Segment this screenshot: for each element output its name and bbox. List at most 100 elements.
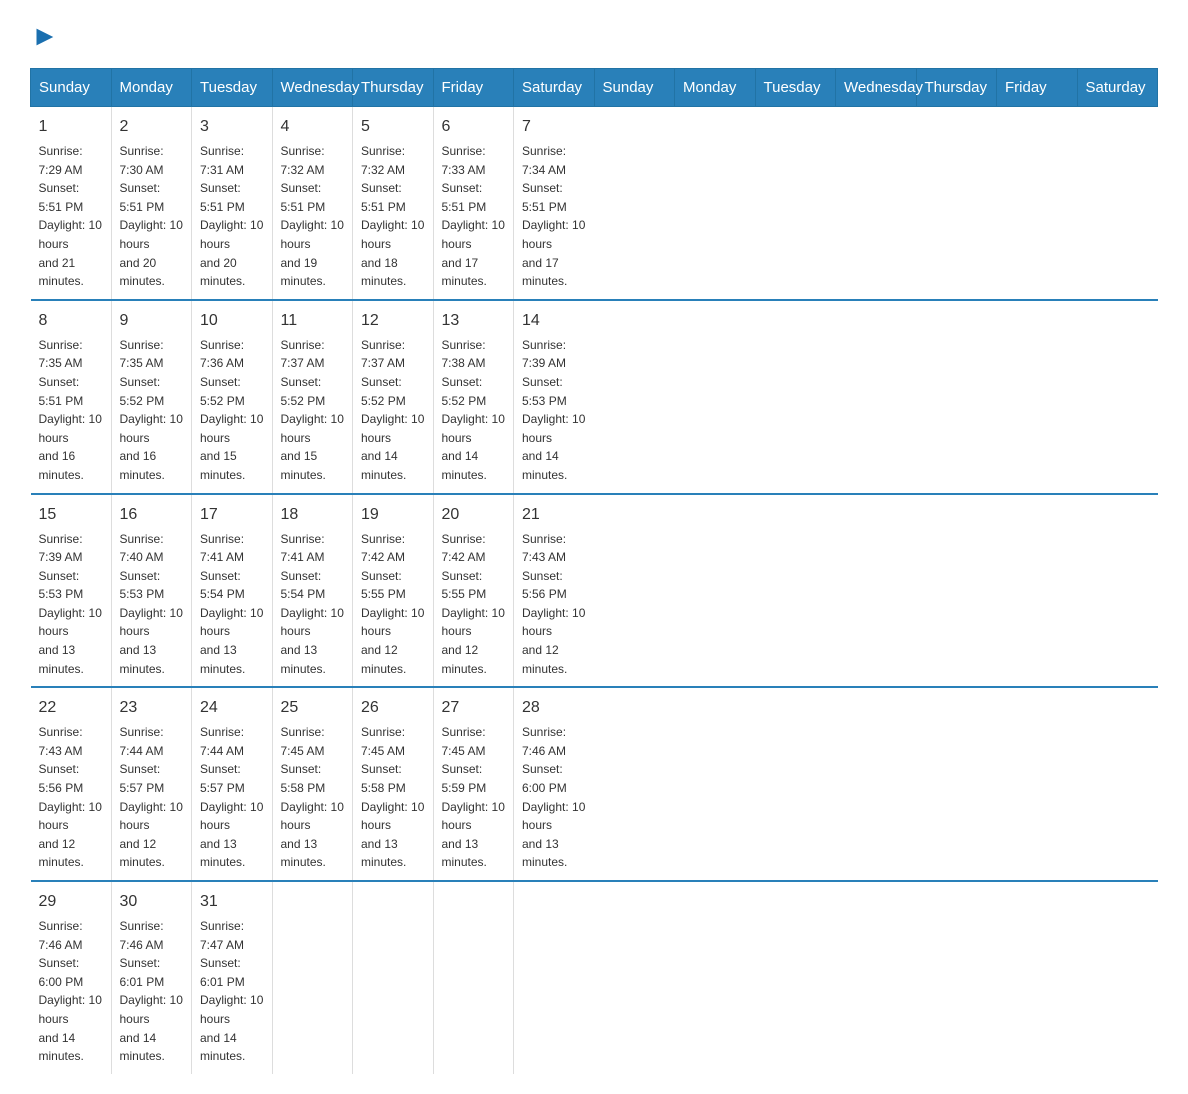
- day-number: 31: [200, 890, 264, 914]
- calendar-cell: 3 Sunrise: 7:31 AMSunset: 5:51 PMDayligh…: [192, 107, 273, 300]
- calendar-cell: 31 Sunrise: 7:47 AMSunset: 6:01 PMDaylig…: [192, 881, 273, 1074]
- calendar-cell: [272, 881, 353, 1074]
- day-info: Sunrise: 7:31 AMSunset: 5:51 PMDaylight:…: [200, 142, 264, 291]
- day-number: 6: [442, 115, 506, 139]
- calendar-week-4: 22 Sunrise: 7:43 AMSunset: 5:56 PMDaylig…: [31, 687, 1158, 881]
- calendar-cell: 8 Sunrise: 7:35 AMSunset: 5:51 PMDayligh…: [31, 300, 112, 494]
- day-info: Sunrise: 7:29 AMSunset: 5:51 PMDaylight:…: [39, 142, 103, 291]
- day-number: 17: [200, 503, 264, 527]
- day-number: 29: [39, 890, 103, 914]
- day-info: Sunrise: 7:35 AMSunset: 5:51 PMDaylight:…: [39, 336, 103, 485]
- calendar-cell: 18 Sunrise: 7:41 AMSunset: 5:54 PMDaylig…: [272, 494, 353, 688]
- calendar-cell: 24 Sunrise: 7:44 AMSunset: 5:57 PMDaylig…: [192, 687, 273, 881]
- calendar-cell: 19 Sunrise: 7:42 AMSunset: 5:55 PMDaylig…: [353, 494, 434, 688]
- day-info: Sunrise: 7:45 AMSunset: 5:59 PMDaylight:…: [442, 723, 506, 872]
- day-info: Sunrise: 7:46 AMSunset: 6:00 PMDaylight:…: [522, 723, 586, 872]
- day-number: 16: [120, 503, 184, 527]
- day-number: 28: [522, 696, 586, 720]
- calendar-week-2: 8 Sunrise: 7:35 AMSunset: 5:51 PMDayligh…: [31, 300, 1158, 494]
- day-info: Sunrise: 7:42 AMSunset: 5:55 PMDaylight:…: [442, 530, 506, 679]
- calendar-cell: 4 Sunrise: 7:32 AMSunset: 5:51 PMDayligh…: [272, 107, 353, 300]
- day-info: Sunrise: 7:44 AMSunset: 5:57 PMDaylight:…: [200, 723, 264, 872]
- day-number: 24: [200, 696, 264, 720]
- day-number: 4: [281, 115, 345, 139]
- calendar-cell: 9 Sunrise: 7:35 AMSunset: 5:52 PMDayligh…: [111, 300, 192, 494]
- calendar-table: SundayMondayTuesdayWednesdayThursdayFrid…: [30, 68, 1158, 1074]
- header-thursday: Thursday: [353, 69, 434, 107]
- day-info: Sunrise: 7:41 AMSunset: 5:54 PMDaylight:…: [281, 530, 345, 679]
- calendar-cell: 20 Sunrise: 7:42 AMSunset: 5:55 PMDaylig…: [433, 494, 514, 688]
- calendar-cell: 15 Sunrise: 7:39 AMSunset: 5:53 PMDaylig…: [31, 494, 112, 688]
- calendar-week-5: 29 Sunrise: 7:46 AMSunset: 6:00 PMDaylig…: [31, 881, 1158, 1074]
- day-info: Sunrise: 7:45 AMSunset: 5:58 PMDaylight:…: [361, 723, 425, 872]
- day-info: Sunrise: 7:46 AMSunset: 6:00 PMDaylight:…: [39, 917, 103, 1066]
- calendar-cell: 11 Sunrise: 7:37 AMSunset: 5:52 PMDaylig…: [272, 300, 353, 494]
- calendar-cell: 23 Sunrise: 7:44 AMSunset: 5:57 PMDaylig…: [111, 687, 192, 881]
- day-info: Sunrise: 7:42 AMSunset: 5:55 PMDaylight:…: [361, 530, 425, 679]
- logo: ►: [30, 20, 60, 48]
- day-number: 15: [39, 503, 103, 527]
- day-info: Sunrise: 7:32 AMSunset: 5:51 PMDaylight:…: [361, 142, 425, 291]
- col-header-sunday: Sunday: [594, 69, 675, 107]
- day-number: 11: [281, 309, 345, 333]
- header-tuesday: Tuesday: [192, 69, 273, 107]
- day-info: Sunrise: 7:39 AMSunset: 5:53 PMDaylight:…: [39, 530, 103, 679]
- calendar-cell: 12 Sunrise: 7:37 AMSunset: 5:52 PMDaylig…: [353, 300, 434, 494]
- calendar-cell: 28 Sunrise: 7:46 AMSunset: 6:00 PMDaylig…: [514, 687, 595, 881]
- col-header-wednesday: Wednesday: [836, 69, 917, 107]
- day-number: 13: [442, 309, 506, 333]
- calendar-cell: 2 Sunrise: 7:30 AMSunset: 5:51 PMDayligh…: [111, 107, 192, 300]
- calendar-cell: 6 Sunrise: 7:33 AMSunset: 5:51 PMDayligh…: [433, 107, 514, 300]
- day-info: Sunrise: 7:33 AMSunset: 5:51 PMDaylight:…: [442, 142, 506, 291]
- calendar-cell: 13 Sunrise: 7:38 AMSunset: 5:52 PMDaylig…: [433, 300, 514, 494]
- day-number: 20: [442, 503, 506, 527]
- day-info: Sunrise: 7:41 AMSunset: 5:54 PMDaylight:…: [200, 530, 264, 679]
- calendar-cell: [514, 881, 595, 1074]
- calendar-cell: 26 Sunrise: 7:45 AMSunset: 5:58 PMDaylig…: [353, 687, 434, 881]
- calendar-header-row: SundayMondayTuesdayWednesdayThursdayFrid…: [31, 69, 1158, 107]
- day-number: 26: [361, 696, 425, 720]
- calendar-cell: 30 Sunrise: 7:46 AMSunset: 6:01 PMDaylig…: [111, 881, 192, 1074]
- day-info: Sunrise: 7:39 AMSunset: 5:53 PMDaylight:…: [522, 336, 586, 485]
- day-number: 14: [522, 309, 586, 333]
- day-info: Sunrise: 7:45 AMSunset: 5:58 PMDaylight:…: [281, 723, 345, 872]
- day-info: Sunrise: 7:30 AMSunset: 5:51 PMDaylight:…: [120, 142, 184, 291]
- calendar-cell: 14 Sunrise: 7:39 AMSunset: 5:53 PMDaylig…: [514, 300, 595, 494]
- day-number: 23: [120, 696, 184, 720]
- calendar-cell: 27 Sunrise: 7:45 AMSunset: 5:59 PMDaylig…: [433, 687, 514, 881]
- day-number: 1: [39, 115, 103, 139]
- calendar-week-1: 1 Sunrise: 7:29 AMSunset: 5:51 PMDayligh…: [31, 107, 1158, 300]
- calendar-cell: 22 Sunrise: 7:43 AMSunset: 5:56 PMDaylig…: [31, 687, 112, 881]
- day-number: 22: [39, 696, 103, 720]
- col-header-monday: Monday: [675, 69, 756, 107]
- day-number: 19: [361, 503, 425, 527]
- day-info: Sunrise: 7:47 AMSunset: 6:01 PMDaylight:…: [200, 917, 264, 1066]
- day-number: 7: [522, 115, 586, 139]
- calendar-cell: 7 Sunrise: 7:34 AMSunset: 5:51 PMDayligh…: [514, 107, 595, 300]
- day-number: 10: [200, 309, 264, 333]
- day-info: Sunrise: 7:37 AMSunset: 5:52 PMDaylight:…: [361, 336, 425, 485]
- calendar-cell: 17 Sunrise: 7:41 AMSunset: 5:54 PMDaylig…: [192, 494, 273, 688]
- calendar-cell: 16 Sunrise: 7:40 AMSunset: 5:53 PMDaylig…: [111, 494, 192, 688]
- day-info: Sunrise: 7:35 AMSunset: 5:52 PMDaylight:…: [120, 336, 184, 485]
- col-header-tuesday: Tuesday: [755, 69, 836, 107]
- header-sunday: Sunday: [31, 69, 112, 107]
- day-number: 27: [442, 696, 506, 720]
- col-header-friday: Friday: [997, 69, 1078, 107]
- day-info: Sunrise: 7:36 AMSunset: 5:52 PMDaylight:…: [200, 336, 264, 485]
- day-number: 5: [361, 115, 425, 139]
- calendar-cell: 1 Sunrise: 7:29 AMSunset: 5:51 PMDayligh…: [31, 107, 112, 300]
- day-number: 12: [361, 309, 425, 333]
- day-info: Sunrise: 7:37 AMSunset: 5:52 PMDaylight:…: [281, 336, 345, 485]
- day-info: Sunrise: 7:40 AMSunset: 5:53 PMDaylight:…: [120, 530, 184, 679]
- header-wednesday: Wednesday: [272, 69, 353, 107]
- calendar-cell: 29 Sunrise: 7:46 AMSunset: 6:00 PMDaylig…: [31, 881, 112, 1074]
- day-info: Sunrise: 7:34 AMSunset: 5:51 PMDaylight:…: [522, 142, 586, 291]
- header-saturday: Saturday: [514, 69, 595, 107]
- calendar-cell: [433, 881, 514, 1074]
- day-number: 30: [120, 890, 184, 914]
- col-header-thursday: Thursday: [916, 69, 997, 107]
- day-number: 21: [522, 503, 586, 527]
- col-header-saturday: Saturday: [1077, 69, 1158, 107]
- header-monday: Monday: [111, 69, 192, 107]
